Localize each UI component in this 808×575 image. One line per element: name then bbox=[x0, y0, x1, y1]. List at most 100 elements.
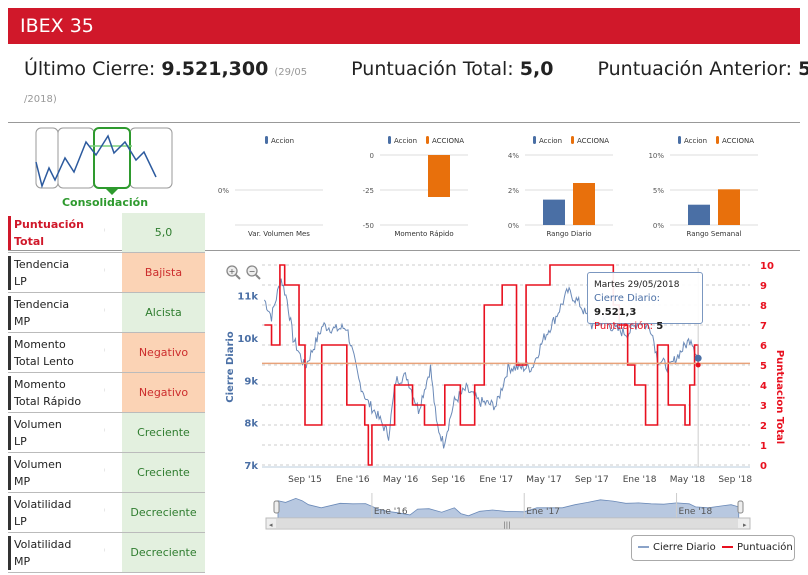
tick-label: 10% bbox=[648, 152, 664, 160]
category-label: Momento Rápido bbox=[394, 230, 453, 238]
bar bbox=[428, 155, 450, 197]
category-label: Rango Semanal bbox=[687, 230, 742, 238]
legend-label: ACCIONA bbox=[722, 137, 754, 145]
x-tick: Sep '17 bbox=[575, 475, 609, 485]
svg-text:+: + bbox=[229, 267, 236, 276]
pattern-label: Consolidación bbox=[61, 196, 149, 209]
zoom-in-icon[interactable]: + bbox=[226, 265, 241, 280]
indicator-label: Tendencia MP bbox=[8, 296, 118, 330]
navigator-tick: Ene '18 bbox=[679, 507, 713, 517]
info-icon[interactable]: ⁱ bbox=[104, 347, 105, 356]
previous-score-value: 5,0 bbox=[798, 58, 808, 80]
indicator-value: Negativo bbox=[122, 373, 205, 412]
indicator-row: Puntuación Total ⁱ 5,0 bbox=[8, 213, 205, 253]
last-close-date-year: /2018) bbox=[24, 94, 57, 105]
right-tick: 0 bbox=[760, 461, 767, 472]
navigator-handle[interactable] bbox=[737, 500, 744, 514]
category-label: Rango Diario bbox=[546, 230, 591, 238]
indicator-label: Momento Total Rápido bbox=[8, 376, 118, 410]
legend-label: ACCIONA bbox=[577, 137, 609, 145]
indicator-value: Negativo bbox=[122, 333, 205, 372]
bar bbox=[543, 199, 565, 225]
left-tick: 10k bbox=[237, 334, 258, 345]
info-icon[interactable]: ⁱ bbox=[104, 427, 105, 436]
right-tick: 8 bbox=[760, 301, 767, 312]
legend-label: ACCIONA bbox=[432, 137, 464, 145]
divider bbox=[8, 122, 800, 123]
indicator-label: Tendencia LP bbox=[8, 256, 118, 290]
left-axis-title: Cierre Diario bbox=[225, 331, 236, 403]
x-tick: May '16 bbox=[383, 475, 419, 485]
info-icon[interactable]: ⁱ bbox=[104, 267, 105, 276]
left-tick: 8k bbox=[244, 419, 258, 430]
legend-label: Accion bbox=[539, 137, 562, 145]
indicator-row: Momento Total Lento ⁱ Negativo bbox=[8, 333, 205, 373]
right-tick: 7 bbox=[760, 321, 767, 332]
tick-label: 2% bbox=[508, 187, 519, 195]
navigator-tick: Ene '16 bbox=[374, 507, 408, 517]
indicator-value: Bajista bbox=[122, 253, 205, 292]
right-tick: 1 bbox=[760, 441, 767, 452]
right-tick: 5 bbox=[760, 361, 767, 372]
hover-point-cierre bbox=[694, 354, 702, 362]
svg-text:|||: ||| bbox=[503, 521, 510, 529]
legend-marker bbox=[716, 136, 719, 144]
zoom-out-icon[interactable]: − bbox=[246, 265, 261, 280]
navigator[interactable]: Ene '16 Ene '17 Ene '18 ||| ◂ ▸ bbox=[265, 493, 751, 530]
x-tick: Sep '18 bbox=[718, 475, 752, 485]
x-tick: May '18 bbox=[670, 475, 706, 485]
last-close-value: 9.521,300 bbox=[161, 58, 269, 80]
indicator-value: Decreciente bbox=[122, 533, 205, 572]
indicator-label: Volatilidad LP bbox=[8, 496, 118, 530]
right-tick: 10 bbox=[760, 261, 774, 272]
indicator-label: Volumen LP bbox=[8, 416, 118, 450]
legend-marker bbox=[265, 136, 268, 144]
navigator-series bbox=[277, 497, 740, 519]
navigator-handle[interactable] bbox=[273, 500, 280, 514]
tick-label: 0% bbox=[653, 222, 664, 230]
last-close-label: Último Cierre: bbox=[24, 58, 156, 80]
indicator-value: Creciente bbox=[122, 453, 205, 492]
tick-label: 0 bbox=[370, 152, 374, 160]
legend-marker bbox=[533, 136, 536, 144]
main-chart[interactable]: 11k10k9k8k7k109876543210Sep '15 Ene '16 Ma… bbox=[210, 255, 800, 575]
info-icon[interactable]: ⁱ bbox=[104, 547, 105, 556]
tick-label: -50 bbox=[363, 222, 374, 230]
indicator-value: Decreciente bbox=[122, 493, 205, 532]
indicator-label: Momento Total Lento bbox=[8, 336, 118, 370]
x-tick: Ene '18 bbox=[623, 475, 657, 485]
info-icon[interactable]: ⁱ bbox=[104, 507, 105, 516]
mini-chart-1: Accion ACCIONA 0 -25 -50 Momento Rápido bbox=[363, 136, 468, 238]
indicator-row: Volatilidad LP ⁱ Decreciente bbox=[8, 493, 205, 533]
indicator-row: Momento Total Rápido ⁱ Negativo bbox=[8, 373, 205, 413]
right-tick: 3 bbox=[760, 401, 767, 412]
indicator-label: Puntuación Total bbox=[8, 216, 118, 250]
tooltip-date: Martes 29/05/2018 bbox=[594, 280, 680, 290]
info-icon[interactable]: ⁱ bbox=[104, 467, 105, 476]
x-tick: Ene '17 bbox=[479, 475, 513, 485]
hover-point-puntuacion bbox=[695, 362, 701, 368]
chart-tooltip: Martes 29/05/2018 Cierre Diario: 9.521,3… bbox=[587, 272, 703, 332]
right-tick: 4 bbox=[760, 381, 767, 392]
info-icon[interactable]: ⁱ bbox=[104, 227, 105, 236]
right-tick: 6 bbox=[760, 341, 767, 352]
info-icon[interactable]: ⁱ bbox=[104, 387, 105, 396]
tooltip-cierre: 9.521,3 bbox=[594, 307, 637, 318]
indicator-label: Volumen MP bbox=[8, 456, 118, 490]
navigator-tick: Ene '17 bbox=[526, 507, 560, 517]
right-tick: 9 bbox=[760, 281, 767, 292]
scroll-right-icon: ▸ bbox=[743, 521, 747, 529]
summary-line: Último Cierre: 9.521,300 (29/05 Puntuaci… bbox=[24, 58, 808, 80]
tick-label: 0% bbox=[218, 187, 229, 195]
tick-label: 5% bbox=[653, 187, 664, 195]
legend-label: Accion bbox=[684, 137, 707, 145]
x-tick: Sep '15 bbox=[288, 475, 322, 485]
bar bbox=[688, 204, 710, 225]
legend-marker bbox=[388, 136, 391, 144]
page-header: IBEX 35 bbox=[8, 8, 800, 44]
info-icon[interactable]: ⁱ bbox=[104, 307, 105, 316]
indicator-row: Volumen MP ⁱ Creciente bbox=[8, 453, 205, 493]
mini-chart-0: Accion 0% Var. Volumen Mes bbox=[218, 136, 323, 238]
left-tick: 7k bbox=[244, 461, 258, 472]
indicator-label: Volatilidad MP bbox=[8, 536, 118, 570]
